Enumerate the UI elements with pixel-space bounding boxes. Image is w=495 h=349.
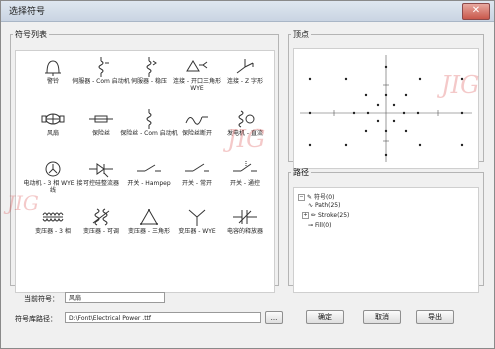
cancel-button[interactable]: 取消 xyxy=(363,310,401,324)
tree-node-label: Stroke(25) xyxy=(317,212,350,219)
path-icon: ∿ xyxy=(308,202,314,209)
collapse-toggle-icon[interactable]: − xyxy=(298,194,305,201)
path-group: 路径 − ✎ 符号(0) ∿ Path(25) + ✏ Stroke(25) ⊸ F… xyxy=(288,167,484,293)
current-symbol-label: 当前符号： xyxy=(24,295,59,303)
symbol-label: 连接 - Z 字形 xyxy=(227,78,263,85)
vertex-plot xyxy=(300,55,472,162)
watermark: JIG xyxy=(7,191,39,215)
tree-node-label: Fill(0) xyxy=(314,222,332,229)
transformer-delta-icon xyxy=(140,208,158,225)
transformer-adjustable-icon xyxy=(92,208,110,226)
symbol-list-group: 符号列表 警铃 伺服器 - Com 启动机 伺服器 - 稳压 连接 - 开口三角… xyxy=(10,29,279,293)
servo-regulator-icon xyxy=(146,57,157,77)
switch-open-icon xyxy=(185,163,209,172)
zigzag-icon xyxy=(236,59,254,74)
tree-node-label: 符号(0) xyxy=(313,194,335,201)
vertex-preview-canvas[interactable] xyxy=(293,48,479,169)
close-button[interactable]: ✕ xyxy=(462,3,490,20)
symbol-item-zigzag[interactable]: 连接 - Z 字形 xyxy=(222,57,268,101)
expand-toggle-icon[interactable]: + xyxy=(302,212,309,219)
tree-node-symbol[interactable]: − ✎ 符号(0) xyxy=(298,192,334,201)
tree-node-stroke[interactable]: + ✏ Stroke(25) xyxy=(302,212,349,219)
title-bar: 选择符号 ✕ xyxy=(1,1,494,22)
tree-node-path[interactable]: ∿ Path(25) xyxy=(308,202,340,209)
fuse-disconnect-icon xyxy=(185,116,208,125)
tree-node-label: Path(25) xyxy=(314,202,341,209)
scr-icon xyxy=(89,163,113,178)
servo-icon xyxy=(98,57,109,77)
fuse-starter-icon xyxy=(146,109,152,129)
export-button[interactable]: 导出 xyxy=(416,310,454,324)
fuse-icon xyxy=(89,115,113,123)
motor-wye-icon xyxy=(45,161,61,177)
symbol-picker-dialog: 选择符号 ✕ 符号列表 警铃 伺服器 - Com 启动机 伺服器 - 稳压 连接… xyxy=(0,0,495,349)
library-path-label: 符号库路径： xyxy=(15,315,57,323)
window-title: 选择符号 xyxy=(9,7,46,17)
browse-button[interactable]: ... xyxy=(265,311,283,324)
path-tree: − ✎ 符号(0) ∿ Path(25) + ✏ Stroke(25) ⊸ Fill… xyxy=(293,187,479,293)
capacitor-icon xyxy=(233,210,257,224)
transformer-wye-icon xyxy=(188,209,206,226)
symbol-item-switch-control[interactable]: 开关 - 通控 xyxy=(222,159,268,203)
stroke-icon: ✏ xyxy=(311,212,317,219)
transformer-3phase-icon xyxy=(42,212,64,222)
library-path-field[interactable]: D:\Font\Electrical Power .ttf xyxy=(65,312,261,323)
symbol-list-legend: 符号列表 xyxy=(15,30,47,39)
switch-hampep-icon xyxy=(137,164,161,172)
watermark: JIG xyxy=(227,125,266,153)
current-symbol-field[interactable]: 风扇 xyxy=(65,292,165,303)
symbol-grid: 警铃 伺服器 - Com 启动机 伺服器 - 稳压 连接 - 开口三角形 WYE… xyxy=(15,50,275,293)
symbol-label: 电容的释放器 xyxy=(226,228,263,235)
tree-node-fill[interactable]: ⊸ Fill(0) xyxy=(308,222,331,229)
vertex-preview-legend: 顶点 xyxy=(293,30,309,39)
fill-icon: ⊸ xyxy=(308,222,314,229)
path-legend: 路径 xyxy=(293,168,309,177)
delta-wye-icon xyxy=(186,60,208,72)
symbol-label: 开关 - 通控 xyxy=(230,180,260,187)
symbol-item-capacitor[interactable]: 电容的释放器 xyxy=(222,207,268,251)
watermark: JIG xyxy=(441,71,480,99)
symbol-icon: ✎ xyxy=(307,194,313,201)
bell-icon xyxy=(45,60,61,76)
ok-button[interactable]: 确定 xyxy=(306,310,344,324)
switch-control-icon xyxy=(233,161,257,172)
fan-icon xyxy=(41,113,65,125)
